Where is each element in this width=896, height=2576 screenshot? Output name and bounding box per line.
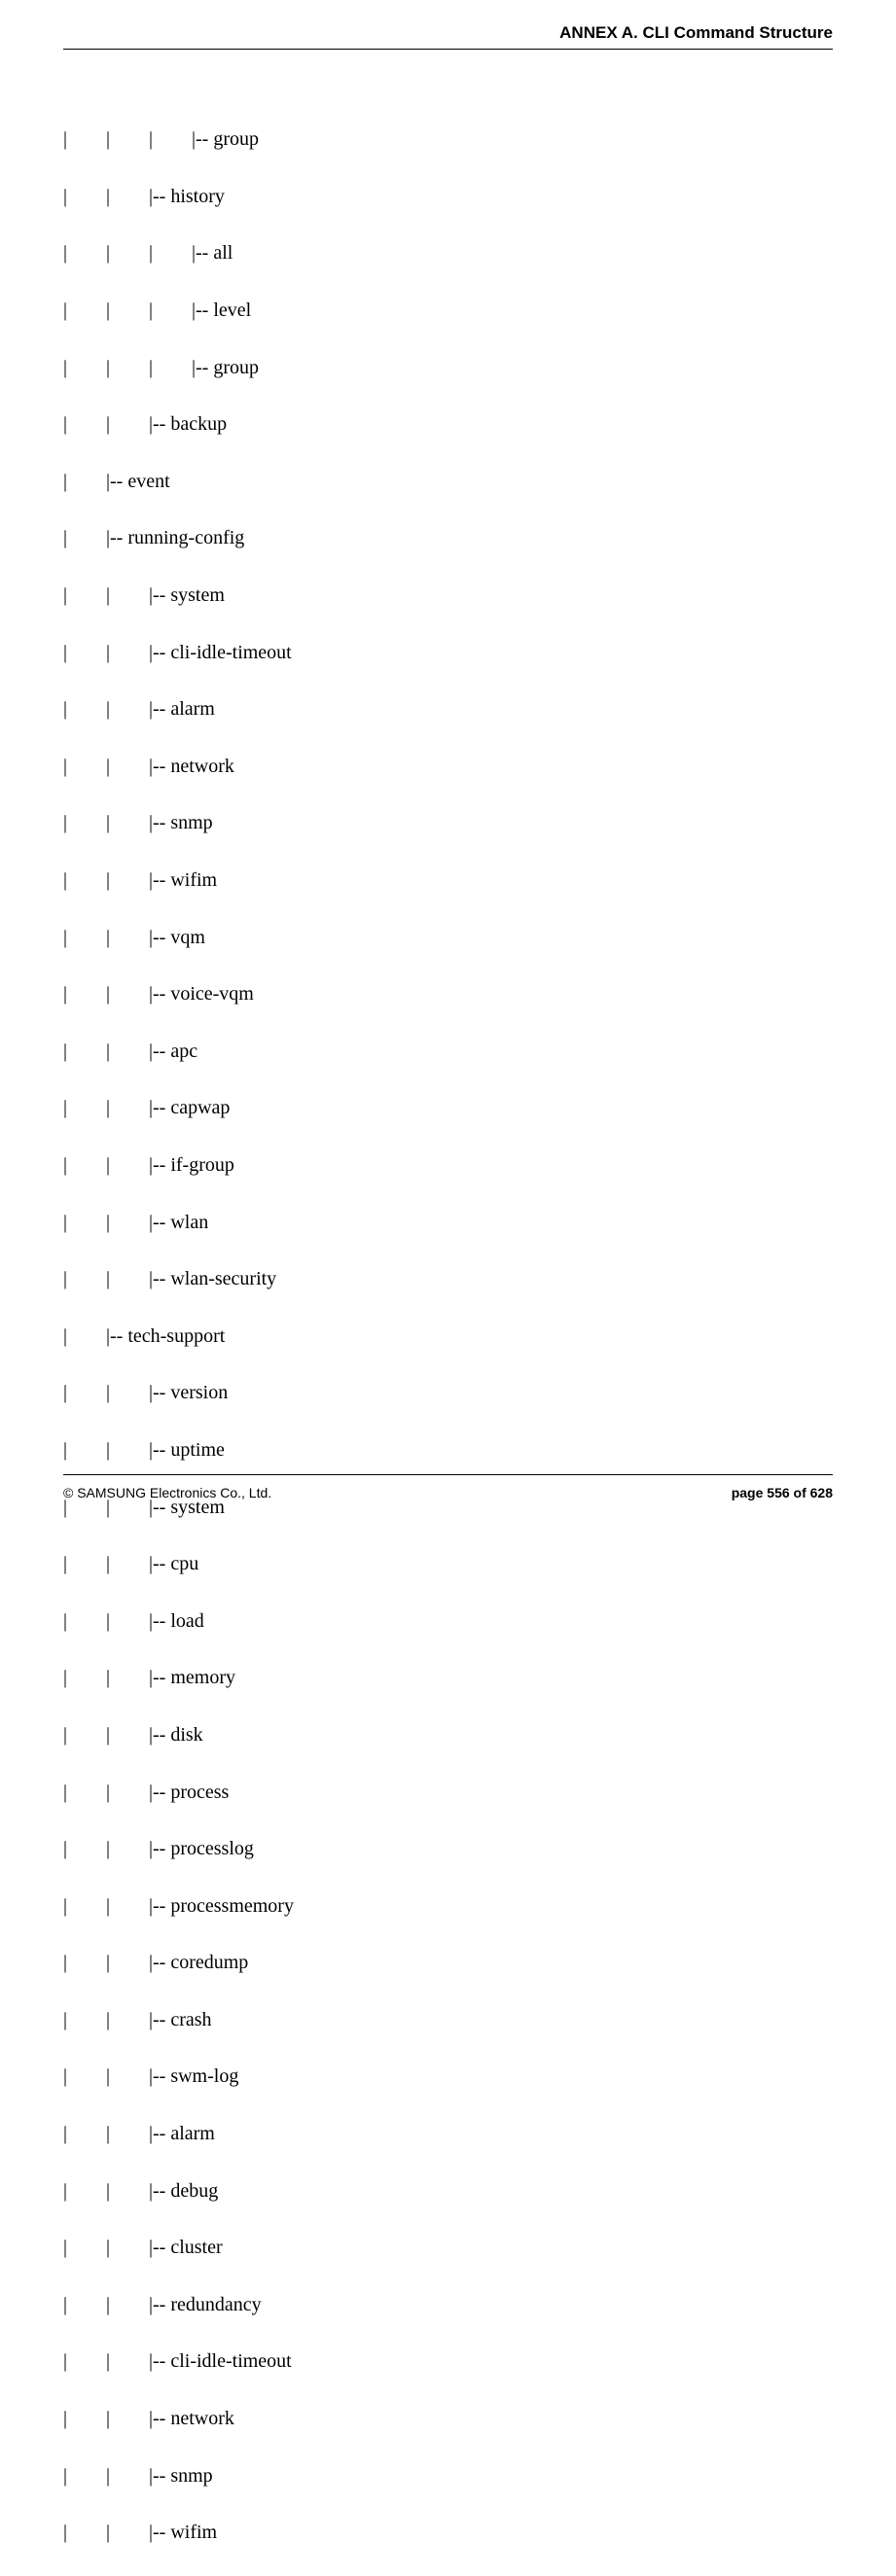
tree-line: | | |-- wifim: [63, 866, 833, 895]
tree-line: | | |-- cli-idle-timeout: [63, 2347, 833, 2376]
tree-line: | | |-- wlan-security: [63, 1265, 833, 1293]
tree-line: | | |-- alarm: [63, 2120, 833, 2148]
tree-line: | |-- running-config: [63, 524, 833, 552]
tree-line: | | |-- coredump: [63, 1949, 833, 1977]
tree-line: | | |-- debug: [63, 2177, 833, 2205]
tree-line: | | |-- backup: [63, 410, 833, 439]
tree-line: | |-- tech-support: [63, 1323, 833, 1351]
header-divider: [63, 49, 833, 50]
tree-line: | | |-- uptime: [63, 1436, 833, 1464]
tree-line: | | |-- disk: [63, 1721, 833, 1749]
tree-line: | | |-- network: [63, 753, 833, 781]
tree-line: | | |-- redundancy: [63, 2291, 833, 2319]
tree-line: | | |-- apc: [63, 1038, 833, 1066]
tree-line: | | | |-- level: [63, 297, 833, 325]
tree-line: | | | |-- group: [63, 354, 833, 382]
tree-line: | | |-- process: [63, 1779, 833, 1807]
footer-page-number: page 556 of 628: [732, 1485, 833, 1500]
tree-line: | | |-- snmp: [63, 809, 833, 837]
tree-line: | | |-- system: [63, 582, 833, 610]
tree-line: | | |-- processlog: [63, 1835, 833, 1863]
tree-line: | | |-- if-group: [63, 1151, 833, 1180]
tree-line: | | |-- wlan: [63, 1209, 833, 1237]
tree-line: | | |-- memory: [63, 1664, 833, 1692]
tree-line: | | |-- alarm: [63, 695, 833, 723]
tree-line: | | |-- capwap: [63, 1094, 833, 1122]
tree-line: | | |-- history: [63, 183, 833, 211]
tree-line: | | |-- snmp: [63, 2462, 833, 2490]
tree-line: | | | |-- all: [63, 239, 833, 267]
tree-line: | | |-- swm-log: [63, 2063, 833, 2091]
tree-line: | | |-- cpu: [63, 1550, 833, 1578]
tree-line: | | |-- cli-idle-timeout: [63, 639, 833, 667]
tree-line: | | |-- version: [63, 1379, 833, 1407]
tree-line: | | |-- cluster: [63, 2234, 833, 2262]
page-header: ANNEX A. CLI Command Structure: [559, 23, 833, 43]
tree-line: | | |-- wifim: [63, 2519, 833, 2547]
tree-line: | | |-- load: [63, 1607, 833, 1636]
tree-line: | | |-- network: [63, 2405, 833, 2433]
tree-line: | | |-- voice-vqm: [63, 980, 833, 1008]
cli-tree-content: | | | |-- group | | |-- history | | | |-…: [63, 97, 833, 2576]
tree-line: | | |-- processmemory: [63, 1892, 833, 1921]
tree-line: | |-- event: [63, 468, 833, 496]
footer-copyright: © SAMSUNG Electronics Co., Ltd.: [63, 1485, 271, 1500]
footer-divider: [63, 1474, 833, 1475]
tree-line: | | | |-- group: [63, 125, 833, 154]
tree-line: | | |-- vqm: [63, 924, 833, 952]
tree-line: | | |-- crash: [63, 2006, 833, 2034]
